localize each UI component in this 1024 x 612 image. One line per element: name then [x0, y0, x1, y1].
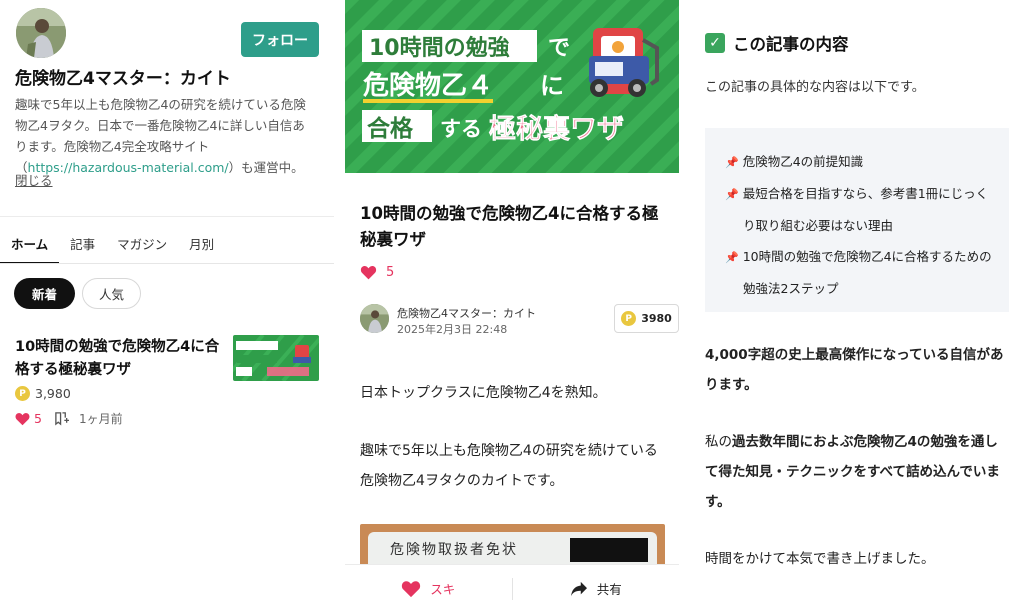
hero-line1: 10時間の勉強: [369, 35, 510, 61]
avatar-photo: [360, 304, 389, 333]
pushpin-icon: 📌: [725, 251, 739, 264]
article-panel: 10時間の勉強 で 危険物乙４ に 合格 する 極秘裏ワザ 10時間の勉強で危険…: [345, 0, 679, 612]
like-count: 5: [34, 411, 42, 426]
tab-articles[interactable]: 記事: [59, 228, 106, 264]
article-action-bar: スキ 共有: [345, 564, 679, 612]
share-arrow-icon: [570, 581, 587, 596]
point-coin-icon: P: [621, 311, 637, 326]
article-like-count: 5: [386, 265, 395, 280]
article-paragraph-2: 趣味で5年以上も危険物乙4の研究を続けている危険物乙4ヲタクのカイトです。: [360, 443, 658, 489]
magazine-add-icon[interactable]: [54, 411, 69, 426]
article-title: 10時間の勉強で危険物乙4に合格する極秘裏ワザ: [360, 204, 659, 249]
hero-line2: 危険物乙４: [363, 70, 493, 101]
license-caption: 危険物取扱者免状: [390, 542, 518, 558]
profile-tabs: ホーム 記事 マガジン 月別: [0, 228, 225, 264]
toc-heading-text: この記事の内容: [733, 35, 849, 54]
hero-line2-suffix: に: [540, 72, 564, 100]
bio-link[interactable]: https://hazardous-material.com/: [28, 160, 229, 175]
toc-heading: ✓ この記事の内容: [705, 31, 849, 55]
tab-magazines[interactable]: マガジン: [106, 228, 178, 264]
point-coin-icon: P: [15, 386, 30, 401]
price-value: 3,980: [35, 386, 71, 401]
author-row: 危険物乙4マスター：カイト 2025年2月3日 22:48 P 3980: [360, 304, 679, 336]
table-of-contents-panel: ✓ この記事の内容 この記事の具体的な内容は以下です。 📌 危険物乙4の前提知識 …: [690, 0, 1024, 612]
creator-bio: 趣味で5年以上も危険物乙4の研究を続けている危険物乙4ヲタク。日本で一番危険物乙…: [15, 94, 315, 178]
like-button[interactable]: スキ: [345, 579, 512, 598]
hero-line3-b: する: [440, 117, 482, 141]
toc-item: 📌 最短合格を目指すなら、参考書1冊にじっくり取り組む必要はない理由: [725, 186, 989, 233]
article-card-meta: 5 1ヶ月前: [15, 410, 123, 427]
purchase-price-value: 3980: [641, 312, 672, 325]
tab-monthly[interactable]: 月別: [178, 228, 225, 264]
creator-name[interactable]: 危険物乙4マスター：カイト: [15, 64, 231, 89]
toc-box: 📌 危険物乙4の前提知識 📌 最短合格を目指すなら、参考書1冊にじっくり取り組む必要…: [705, 128, 1009, 312]
toc-intro: この記事の具体的な内容は以下です。: [705, 80, 925, 95]
confidence-statement: 4,000字超の史上最高傑作になっている自信があります。: [705, 347, 1004, 393]
article-card-price: P 3,980: [15, 386, 71, 401]
hero-line1-suffix: で: [548, 36, 570, 61]
heart-icon: [402, 580, 421, 597]
pushpin-icon: 📌: [725, 188, 739, 201]
author-name[interactable]: 危険物乙4マスター：カイト: [397, 305, 536, 321]
share-label: 共有: [596, 582, 622, 597]
knowledge-emphasis: 過去数年間におよぶ危険物乙4の勉強を通して得た知見・テクニックをすべて詰め込んで…: [705, 434, 1000, 510]
bio-fade: [0, 188, 240, 212]
hero-graphic: 10時間の勉強 で 危険物乙４ に 合格 する 極秘裏ワザ: [345, 0, 679, 173]
heart-icon[interactable]: [360, 265, 377, 280]
creator-profile-panel: フォロー 危険物乙4マスター：カイト 趣味で5年以上も危険物乙4の研究を続けてい…: [0, 0, 334, 612]
check-mark-icon: ✓: [705, 33, 725, 53]
hero-line3-a: 合格: [367, 115, 414, 142]
toc-list: 📌 危険物乙4の前提知識 📌 最短合格を目指すなら、参考書1冊にじっくり取り組む必要…: [725, 146, 997, 304]
article-card-thumbnail[interactable]: [233, 335, 319, 381]
creator-avatar[interactable]: [16, 8, 66, 58]
article-hero-image: 10時間の勉強 で 危険物乙４ に 合格 する 極秘裏ワザ: [345, 0, 679, 173]
avatar-photo: [16, 8, 66, 58]
purchase-price-button[interactable]: P 3980: [614, 304, 679, 333]
toc-item: 📌 危険物乙4の前提知識: [725, 154, 864, 169]
filter-popular-chip[interactable]: 人気: [82, 278, 141, 309]
toc-item: 📌 10時間の勉強で危険物乙4に合格するための勉強法2ステップ: [725, 249, 992, 296]
divider: [0, 216, 334, 217]
tab-home[interactable]: ホーム: [0, 228, 60, 264]
like-label: スキ: [430, 582, 456, 597]
share-button[interactable]: 共有: [513, 579, 680, 598]
knowledge-paragraph: 私の過去数年間におよぶ危険物乙4の勉強を通して得た知見・テクニックをすべて詰め込…: [705, 427, 1010, 517]
author-avatar[interactable]: [360, 304, 389, 333]
article-card-title[interactable]: 10時間の勉強で危険物乙4に合格する極秘裏ワザ: [15, 336, 227, 382]
thumbnail-image: [233, 335, 319, 381]
follow-button[interactable]: フォロー: [241, 22, 319, 57]
article-like-row: 5: [360, 265, 394, 280]
heart-icon[interactable]: [15, 412, 30, 426]
posted-time: 1ヶ月前: [78, 412, 123, 426]
closing-statement: 時間をかけて本気で書き上げました。: [705, 551, 935, 567]
close-bio-link[interactable]: 閉じる: [15, 170, 53, 189]
article-paragraph-1: 日本トップクラスに危険物乙4を熟知。: [360, 385, 607, 401]
hero-line3-c: 極秘裏ワザ: [489, 113, 624, 145]
filter-new-chip[interactable]: 新着: [14, 278, 75, 309]
tabs-underline: [0, 263, 334, 264]
pushpin-icon: 📌: [725, 156, 739, 169]
publish-date: 2025年2月3日 22:48: [397, 323, 508, 336]
bio-suffix: ）も運営中。: [228, 160, 304, 175]
knowledge-prefix: 私の: [705, 434, 732, 450]
